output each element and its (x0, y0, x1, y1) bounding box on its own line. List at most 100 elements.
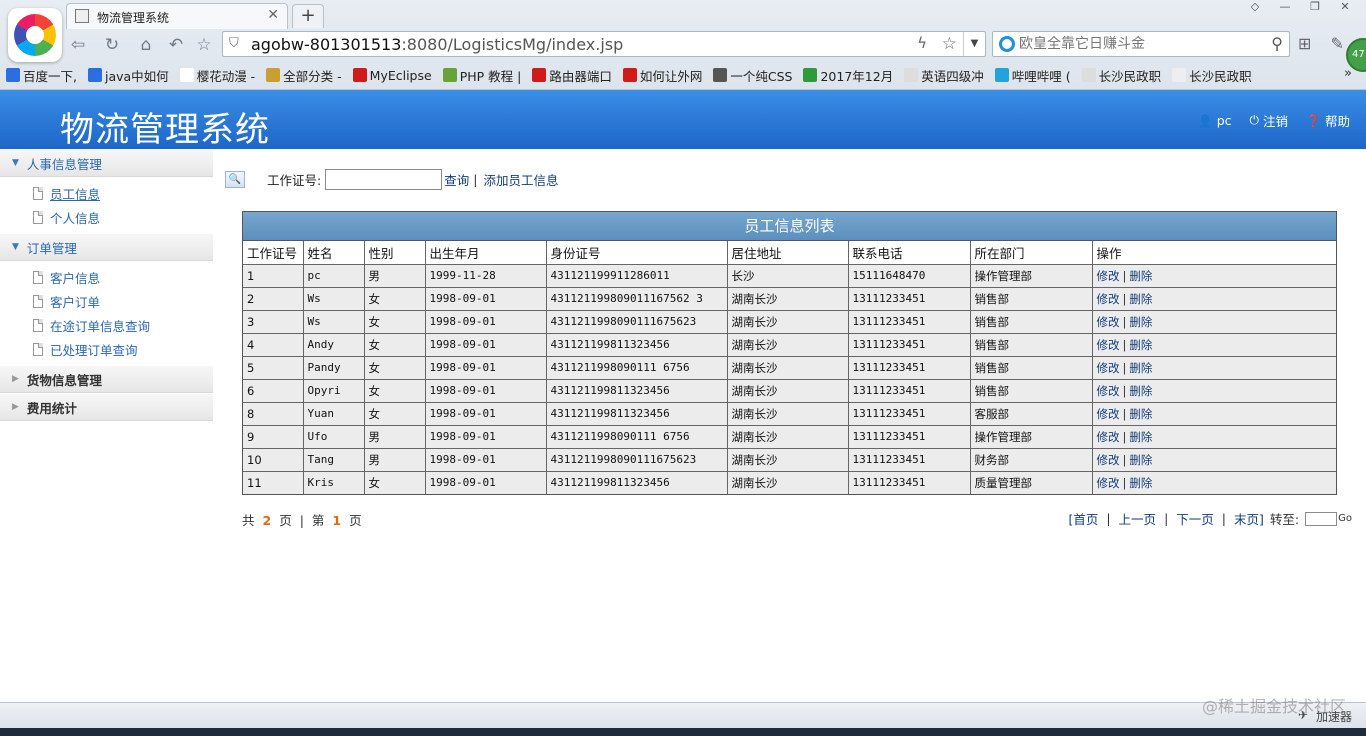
last-page-link[interactable]: 末页] (1234, 509, 1264, 528)
address-url[interactable]: agobw-801301513:8080/LogisticsMg/index.j… (251, 35, 623, 54)
sidebar-section[interactable]: ▶ 费用统计 (0, 393, 213, 421)
undo-icon[interactable]: ↶ (164, 34, 188, 56)
table-cell: 女 (363, 355, 426, 380)
sidebar-item[interactable]: 已处理订单查询 (0, 337, 213, 361)
sidebar-item-label: 在途订单信息查询 (50, 318, 151, 334)
table-cell: 431121199809011167562 3 (545, 286, 728, 311)
bookmark-favicon-icon (532, 68, 547, 82)
bookmark-item[interactable]: 如何让外网 (622, 66, 702, 85)
help-link[interactable]: ❓ 帮助 (1306, 111, 1350, 130)
table-cell: 11 (243, 470, 304, 494)
search-engine-icon[interactable] (999, 36, 1015, 52)
address-bar[interactable]: ⛉ agobw-801301513:8080/LogisticsMg/index… (222, 31, 986, 57)
bookmark-item[interactable]: 英语四级冲 (904, 66, 984, 85)
delete-link[interactable]: 删除 (1129, 338, 1152, 352)
bookmark-item[interactable]: 2017年12月 (803, 66, 893, 85)
sidebar-item[interactable]: 客户信息 (0, 265, 213, 289)
query-link[interactable]: 查询 (444, 170, 469, 189)
edit-link[interactable]: 修改 (1097, 407, 1120, 421)
first-page-link[interactable]: [首页 (1068, 509, 1098, 528)
sidebar-section[interactable]: ▶ 货物信息管理 (0, 365, 213, 393)
sidebar-section-label: 费用统计 (26, 400, 77, 416)
delete-link[interactable]: 删除 (1129, 269, 1152, 283)
tab-close-button[interactable]: ✕ (267, 7, 279, 23)
delete-link[interactable]: 删除 (1129, 476, 1152, 490)
toolbar-icons: ⊞ ✎ (1298, 34, 1344, 53)
sidebar-section[interactable]: ▼ 订单管理 (0, 233, 213, 261)
power-icon: ⏻ (1249, 113, 1260, 127)
bookmark-item[interactable]: 长沙民政职 (1172, 66, 1252, 85)
bookmark-item[interactable]: 一个纯CSS (713, 66, 792, 85)
bookmark-item[interactable]: 长沙民政职 (1081, 66, 1161, 85)
home-icon[interactable]: ⌂ (134, 34, 158, 56)
search-icon[interactable]: ⚲ (1271, 34, 1283, 53)
prev-page-link[interactable]: 上一页 (1119, 509, 1157, 528)
goto-label: 转至: (1269, 512, 1300, 527)
refresh-icon[interactable]: ↻ (100, 34, 124, 56)
work-id-input[interactable] (325, 169, 443, 190)
edit-link[interactable]: 修改 (1097, 338, 1120, 352)
delete-link[interactable]: 删除 (1129, 407, 1152, 421)
help-icon: ❓ (1306, 113, 1321, 128)
edit-link[interactable]: 修改 (1097, 476, 1120, 490)
skin-icon[interactable]: ◇ (1242, 0, 1268, 16)
logout-link[interactable]: ⏻ 注销 (1250, 111, 1289, 130)
sidebar-item[interactable]: 个人信息 (0, 205, 213, 229)
speed-mode-icon[interactable]: ϟ (917, 34, 927, 52)
user-link[interactable]: 👤 pc (1198, 111, 1232, 130)
next-page-link[interactable]: 下一页 (1176, 509, 1214, 528)
separator: | (1122, 360, 1127, 375)
favorite-icon[interactable]: ☆ (192, 34, 216, 56)
header-links: 👤 pc ⏻ 注销 ❓ 帮助 (1198, 111, 1350, 130)
add-employee-link[interactable]: 添加员工信息 (483, 170, 558, 189)
close-window-button[interactable]: ✕ (1332, 0, 1358, 16)
table-cell: 女 (363, 378, 426, 403)
accelerator-icon[interactable]: ✈ (1298, 708, 1308, 725)
browser-search-box[interactable]: ⚲ (992, 31, 1290, 57)
bookmark-star-icon[interactable]: ☆ (942, 34, 957, 54)
table-row: 5 Pandy 女 1998-09-01 4311211998090111 6756 湖南… (243, 355, 1336, 380)
restore-button[interactable]: ❐ (1302, 0, 1328, 16)
sidebar-item[interactable]: 员工信息 (0, 181, 213, 205)
delete-link[interactable]: 删除 (1129, 453, 1152, 467)
delete-link[interactable]: 删除 (1129, 361, 1152, 375)
bookmark-item[interactable]: java中如何 (87, 66, 169, 85)
bookmark-item[interactable]: PHP 教程 | (442, 66, 521, 85)
table-cell: 1998-09-01 (424, 332, 547, 357)
address-dropdown-icon[interactable]: ▼ (963, 32, 985, 56)
goto-page-input[interactable] (1305, 511, 1338, 526)
edit-link[interactable]: 修改 (1097, 361, 1120, 375)
bookmark-item[interactable]: MyEclipse (352, 68, 432, 83)
edit-link[interactable]: 修改 (1097, 453, 1120, 467)
bookmark-item[interactable]: 百度一下, (6, 66, 77, 85)
edit-link[interactable]: 修改 (1097, 430, 1120, 444)
edit-link[interactable]: 修改 (1097, 292, 1120, 306)
sidebar-section[interactable]: ▼ 人事信息管理 (0, 149, 213, 177)
bookmarks-more-button[interactable]: » (1344, 66, 1352, 81)
bookmark-item[interactable]: 全部分类 - (266, 66, 342, 85)
wrench-icon[interactable]: ✎ (1331, 34, 1344, 53)
browser-search-input[interactable] (1019, 35, 1259, 53)
new-tab-button[interactable]: + (292, 4, 324, 28)
delete-link[interactable]: 删除 (1129, 430, 1152, 444)
apps-grid-icon[interactable]: ⊞ (1298, 34, 1311, 53)
sidebar-item[interactable]: 客户订单 (0, 289, 213, 313)
browser-tab[interactable]: 物流管理系统 ✕ (66, 3, 288, 29)
delete-link[interactable]: 删除 (1129, 292, 1152, 306)
delete-link[interactable]: 删除 (1129, 384, 1152, 398)
edit-link[interactable]: 修改 (1097, 315, 1120, 329)
back-icon[interactable]: ⇦ (66, 34, 90, 56)
edit-link[interactable]: 修改 (1097, 384, 1120, 398)
delete-link[interactable]: 删除 (1129, 315, 1152, 329)
bookmark-item[interactable]: 路由器端口 (532, 66, 612, 85)
sidebar-item[interactable]: 在途订单信息查询 (0, 313, 213, 337)
minimize-button[interactable]: — (1272, 0, 1298, 16)
go-button[interactable]: Go (1338, 513, 1352, 524)
separator: | (1122, 475, 1127, 490)
browser-logo-icon[interactable] (8, 8, 62, 62)
bookmark-item[interactable]: 哔哩哔哩 ( (994, 66, 1071, 85)
accelerator-label[interactable]: 加速器 (1316, 708, 1352, 725)
edit-link[interactable]: 修改 (1097, 269, 1120, 283)
bookmark-item[interactable]: 樱花动漫 - (179, 66, 255, 85)
search-toggle-icon[interactable]: 🔍 (225, 171, 245, 188)
